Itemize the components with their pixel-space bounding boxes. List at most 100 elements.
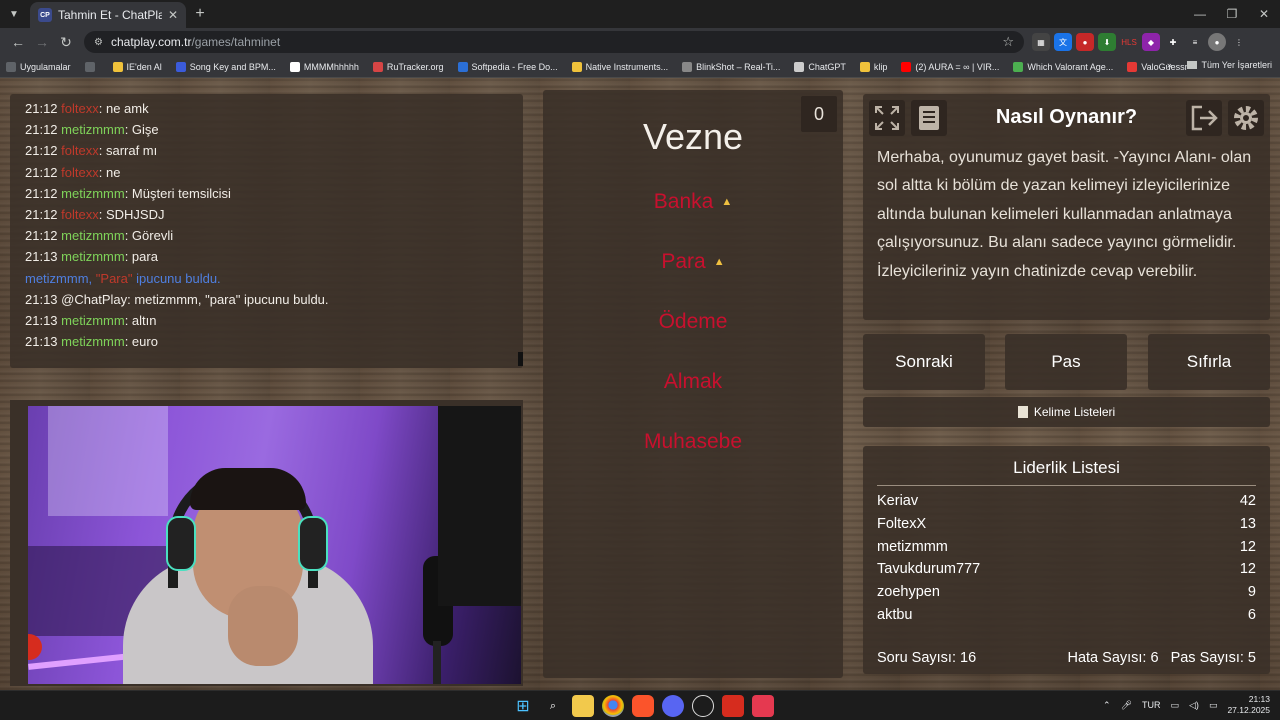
chat-timestamp: 21:13 — [25, 249, 62, 265]
bookmark-item[interactable]: RuTracker.org — [372, 61, 444, 72]
profile-avatar-icon[interactable]: ● — [1208, 33, 1226, 51]
reload-icon[interactable]: ↻ — [54, 30, 78, 54]
folder-icon — [1187, 61, 1198, 69]
chat-username[interactable]: foltexx — [61, 143, 99, 158]
webcam-video — [28, 406, 521, 684]
chat-message: 21:12 foltexx: sarraf mı — [25, 140, 523, 161]
all-bookmarks[interactable]: Tüm Yer İşaretleri — [1187, 60, 1272, 70]
bookmark-item[interactable]: Softpedia - Free Do... — [457, 61, 558, 72]
extension-icon[interactable]: ▦ — [1032, 33, 1050, 51]
bookmark-item[interactable]: IE'den Al — [112, 61, 162, 72]
extension-icon[interactable]: ◆ — [1142, 33, 1160, 51]
player-name: Tavukdurum777 — [877, 561, 981, 578]
restore-icon[interactable]: ❐ — [1216, 0, 1248, 28]
chat-text: : Müşteri temsilcisi — [124, 185, 231, 201]
chrome-icon[interactable] — [602, 695, 624, 717]
file-explorer-icon[interactable] — [572, 695, 594, 717]
bookmark-item[interactable]: ChatGPT — [794, 61, 846, 72]
tray-chevron-icon[interactable]: ⌃ — [1103, 700, 1111, 711]
site-info-icon[interactable]: ⚙ — [94, 37, 103, 48]
search-icon[interactable]: ⌕ — [542, 695, 564, 717]
puzzle-icon[interactable]: ✚ — [1164, 33, 1182, 51]
menu-kebab-icon[interactable]: ⋮ — [1230, 33, 1248, 51]
bookmark-item[interactable]: MMMMhhhhh — [289, 61, 359, 72]
extension-icon[interactable]: ⬇ — [1098, 33, 1116, 51]
bookmark-item[interactable]: Song Key and BPM... — [175, 61, 276, 72]
how-to-play-text: Merhaba, oyunumuz gayet basit. -Yayıncı … — [877, 149, 1252, 280]
address-bar[interactable]: ⚙ chatplay.com.tr/games/tahminet ☆ — [84, 31, 1024, 53]
minimize-icon[interactable]: — — [1184, 0, 1216, 28]
new-tab-button[interactable]: + — [186, 5, 214, 23]
bookmark-item[interactable] — [84, 61, 99, 72]
player-name: FoltexX — [877, 515, 927, 532]
bookmark-favicon-icon — [457, 61, 468, 72]
settings-gear-icon[interactable] — [1228, 100, 1264, 136]
language-indicator[interactable]: TUR — [1142, 700, 1161, 710]
bookmark-item[interactable]: klip — [859, 61, 887, 72]
battery-icon[interactable]: ▭ — [1209, 700, 1218, 711]
notepad-icon — [1017, 406, 1028, 418]
chat-username[interactable]: metizmmm — [61, 249, 125, 264]
bookmark-item[interactable]: Uygulamalar — [6, 61, 71, 72]
chat-username[interactable]: foltexx — [61, 165, 99, 180]
media-icon[interactable]: ≡ — [1186, 33, 1204, 51]
extension-icon[interactable]: HLS — [1120, 33, 1138, 51]
brave-icon[interactable] — [632, 695, 654, 717]
app-icon[interactable] — [752, 695, 774, 717]
exit-icon[interactable] — [1186, 100, 1222, 136]
forward-icon[interactable]: → — [30, 30, 54, 54]
bookmark-item[interactable]: Native Instruments... — [571, 61, 668, 72]
chat-message: 21:12 foltexx: ne amk — [25, 98, 523, 119]
bookmark-item[interactable]: BlinkShot – Real-Ti... — [682, 61, 780, 72]
obs-icon[interactable] — [692, 695, 714, 717]
chat-timestamp: 21:12 — [25, 164, 62, 180]
windows-start-icon[interactable]: ⊞ — [512, 695, 534, 717]
bookmark-item[interactable]: Which Valorant Age... — [1013, 61, 1114, 72]
bookmark-item[interactable]: ValoGuessr — [1127, 61, 1188, 72]
tab-search-icon[interactable]: ▼ — [0, 0, 28, 28]
word-lists-button[interactable]: Kelime Listeleri — [863, 397, 1270, 427]
tab-close-icon[interactable]: ✕ — [168, 8, 178, 22]
reset-button[interactable]: Sıfırla — [1148, 334, 1270, 390]
system-text: ipucunu buldu. — [132, 270, 221, 286]
chat-scrollbar[interactable] — [518, 352, 523, 366]
discord-icon[interactable] — [662, 695, 684, 717]
chat-text: : para — [124, 249, 158, 265]
chat-timestamp: 21:12 — [25, 122, 62, 138]
chat-text: : sarraf mı — [98, 143, 158, 159]
word-card: 0 Vezne Banka ▲ Para ▲ Ödeme Almak Muhasebe — [543, 90, 843, 678]
bookmark-label: Which Valorant Age... — [1027, 61, 1114, 72]
forbidden-word: Banka ▲ — [543, 190, 843, 214]
app-icon[interactable] — [722, 695, 744, 717]
chat-username[interactable]: metizmmm — [61, 334, 125, 349]
bookmarks-overflow-icon[interactable]: » — [1167, 60, 1172, 70]
player-score: 6 — [1247, 606, 1256, 623]
chat-message: 21:12 metizmmm: Müşteri temsilcisi — [25, 183, 523, 204]
clock[interactable]: 21:13 27.12.2025 — [1227, 694, 1270, 716]
game-page: 21:12 foltexx: ne amk 21:12 metizmmm: Giş… — [0, 78, 1280, 690]
chat-username[interactable]: metizmmm — [61, 228, 125, 243]
chat-username[interactable]: metizmmm — [61, 122, 125, 137]
extension-icon[interactable]: ● — [1076, 33, 1094, 51]
network-icon[interactable]: ▭ — [1171, 700, 1180, 711]
chat-username[interactable]: metizmmm — [61, 313, 125, 328]
bookmark-item[interactable]: (2) AURA = ∞ | VIR... — [901, 61, 999, 72]
system-tray: ⌃ 🎤︎ TUR ▭ ◁) ▭ 21:13 27.12.2025 — [1103, 694, 1270, 716]
volume-icon[interactable]: ◁) — [1189, 700, 1199, 711]
window-close-icon[interactable]: ✕ — [1248, 0, 1280, 28]
translate-icon[interactable]: 文 — [1054, 33, 1072, 51]
leaderboard-list[interactable]: Keriav 42 FoltexX 13 metizmmm 12 Tavukdurum777… — [877, 486, 1256, 626]
leaderboard-row: aktbu 6 — [877, 604, 1256, 626]
active-tab[interactable]: CP Tahmin Et - ChatPlay ✕ — [30, 2, 186, 28]
microphone-icon[interactable]: 🎤︎ — [1121, 700, 1132, 711]
chat-username[interactable]: metizmmm — [61, 186, 125, 201]
forbidden-word-label: Para — [661, 250, 706, 273]
chat-username[interactable]: foltexx — [61, 207, 99, 222]
chat-timestamp: 21:12 — [25, 185, 62, 201]
clock-time: 21:13 — [1248, 694, 1270, 704]
pass-button[interactable]: Pas — [1005, 334, 1127, 390]
back-icon[interactable]: ← — [6, 30, 30, 54]
bookmark-star-icon[interactable]: ☆ — [1002, 34, 1014, 50]
chat-username[interactable]: foltexx — [61, 101, 99, 116]
next-button[interactable]: Sonraki — [863, 334, 985, 390]
